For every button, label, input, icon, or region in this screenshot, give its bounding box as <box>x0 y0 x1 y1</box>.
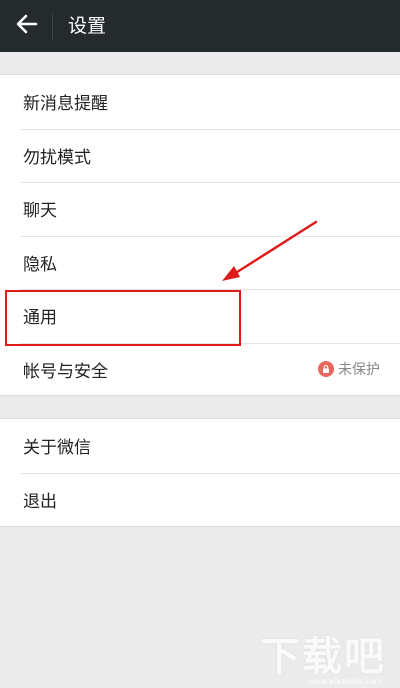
arrow-left-icon <box>16 14 38 38</box>
header-divider <box>52 12 53 40</box>
settings-item-label: 隐私 <box>23 254 57 275</box>
security-status: 未保护 <box>318 359 380 379</box>
settings-item-chat[interactable]: 聊天 <box>0 182 400 236</box>
settings-item-label: 聊天 <box>23 201 57 222</box>
watermark-url: www.xiazaiba.com <box>307 677 382 686</box>
security-status-text: 未保护 <box>338 362 380 379</box>
page-title: 设置 <box>68 15 107 37</box>
settings-item-label: 通用 <box>23 308 57 329</box>
settings-group-secondary: 关于微信 退出 <box>0 418 400 527</box>
settings-item-general[interactable]: 通用 <box>0 289 400 343</box>
settings-item-label: 退出 <box>23 491 57 512</box>
settings-item-label: 帐号与安全 <box>23 361 108 382</box>
settings-item-label: 关于微信 <box>23 438 91 459</box>
settings-item-logout[interactable]: 退出 <box>0 472 400 527</box>
settings-item-label: 勿扰模式 <box>23 147 91 168</box>
top-bar: 设置 <box>0 0 400 52</box>
settings-item-do-not-disturb[interactable]: 勿扰模式 <box>0 128 400 183</box>
settings-item-new-message-alerts[interactable]: 新消息提醒 <box>0 75 400 129</box>
back-button[interactable] <box>10 8 44 44</box>
settings-group-main: 新消息提醒 勿扰模式 聊天 隐私 通用 帐号与安全 未保护 <box>0 74 400 396</box>
lock-icon <box>318 361 334 378</box>
settings-item-label: 新消息提醒 <box>23 94 108 115</box>
settings-item-about[interactable]: 关于微信 <box>0 419 400 473</box>
watermark-logo: 下载吧 <box>260 634 386 680</box>
settings-item-privacy[interactable]: 隐私 <box>0 235 400 290</box>
settings-item-account-security[interactable]: 帐号与安全 未保护 <box>0 342 400 397</box>
